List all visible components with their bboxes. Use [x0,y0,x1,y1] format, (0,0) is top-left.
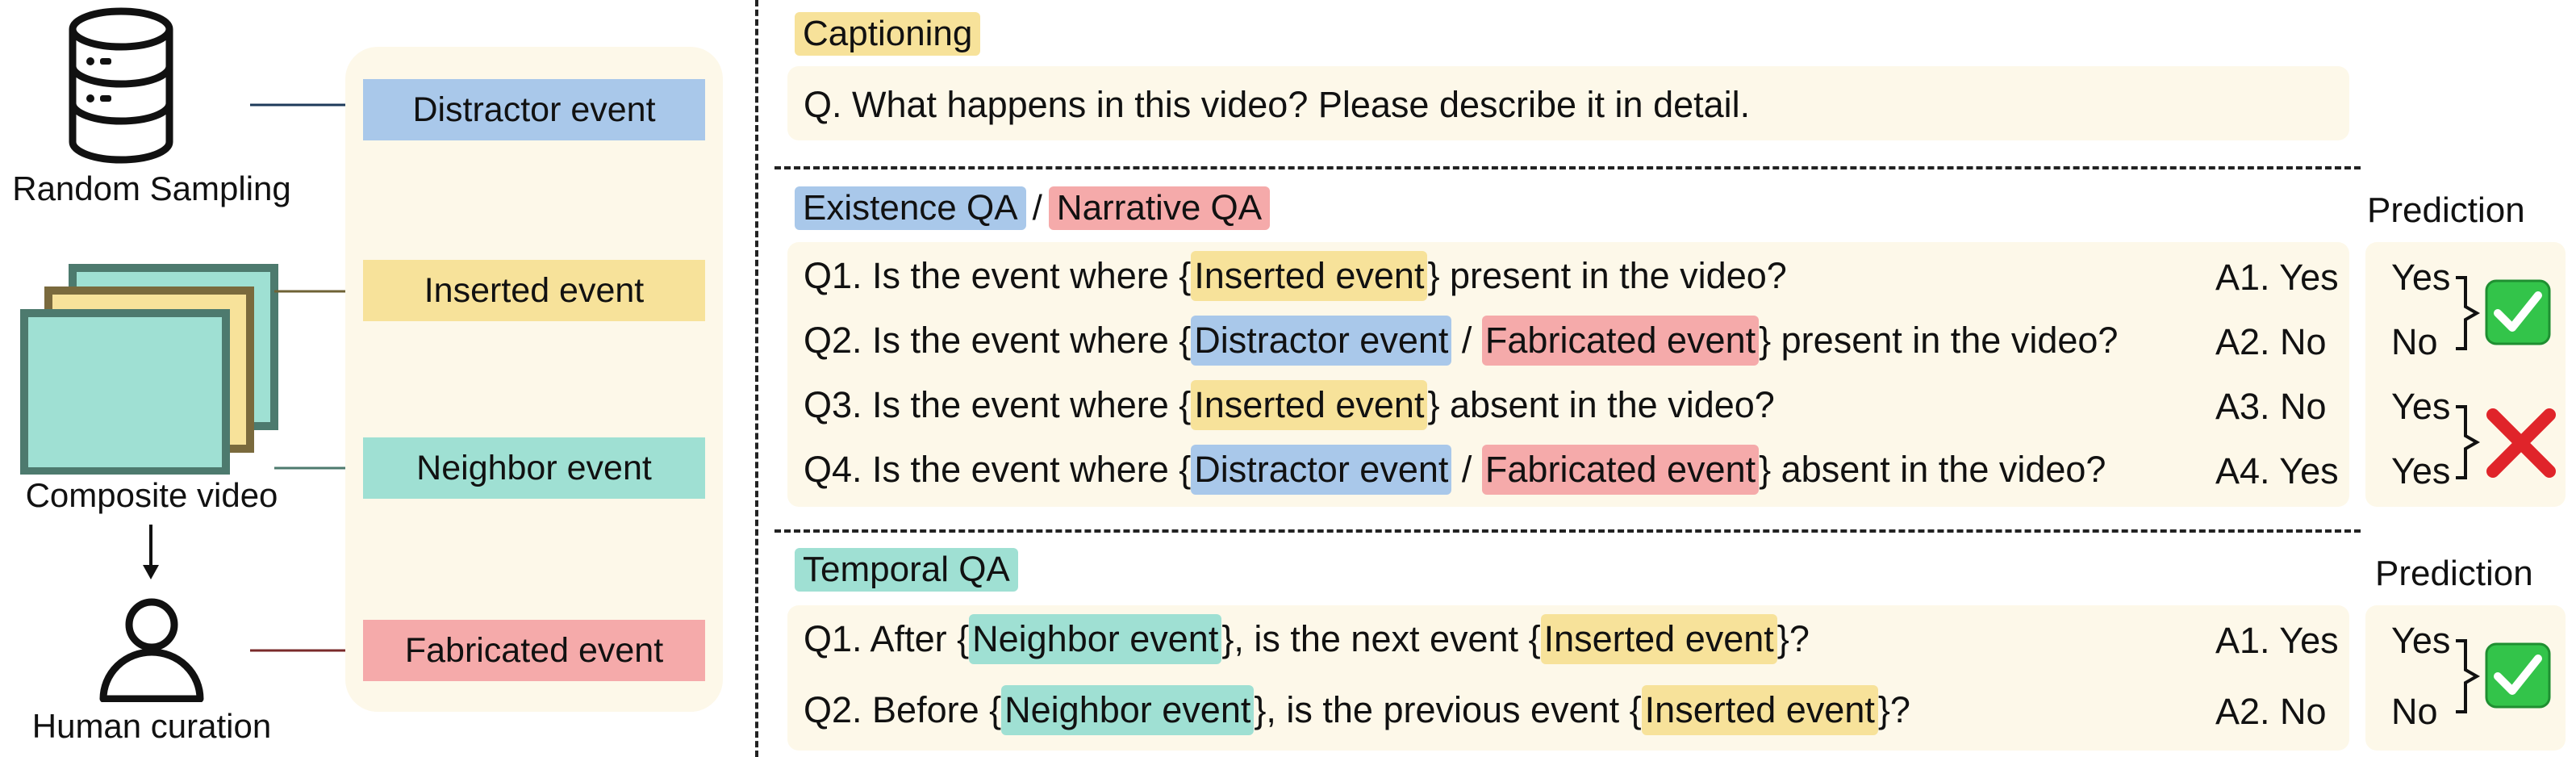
existence-q3: Q3. Is the event where {Inserted event} … [804,376,1775,434]
tq1-inserted-tag: Inserted event [1540,614,1777,664]
down-arrow [143,525,159,579]
existence-pred-3: Yes [2391,386,2451,427]
check-icon [2485,642,2551,709]
captioning-question: Q. What happens in this video? Please de… [804,84,1751,125]
q2-text-pre: Q2. Is the event where { [804,320,1192,361]
q2-sep: / [1451,320,1482,361]
brace-icon [2456,276,2481,350]
database-icon [69,7,173,164]
q4-fabricated-tag: Fabricated event [1481,445,1760,495]
temporal-q2: Q2. Before {Neighbor event}, is the prev… [804,681,1910,739]
q3-text-pre: Q3. Is the event where { [804,384,1192,425]
q3-text-post: } absent in the video? [1427,384,1775,425]
neighbor-event-box: Neighbor event [363,437,705,499]
temporal-pred-1: Yes [2391,620,2451,661]
divider-1 [774,166,2361,169]
tq2-neighbor-tag: Neighbor event [1001,685,1255,735]
vertical-divider [755,0,758,757]
temporal-title-text: Temporal QA [795,548,1018,592]
q2-fabricated-tag: Fabricated event [1481,316,1760,366]
temporal-pred-2: No [2391,691,2438,732]
q4-distractor-tag: Distractor event [1191,445,1452,495]
captioning-title-text: Captioning [795,12,981,56]
q2-text-post: } present in the video? [1759,320,2119,361]
existence-a3: A3. No [2215,386,2327,427]
person-icon [99,598,204,702]
temporal-a2: A2. No [2215,691,2327,732]
existence-a2: A2. No [2215,321,2327,362]
existence-q2: Q2. Is the event where {Distractor event… [804,312,2118,370]
temporal-q1: Q1. After {Neighbor event}, is the next … [804,610,1810,668]
human-curation-label: Human curation [31,707,272,745]
inserted-event-box: Inserted event [363,260,705,321]
temporal-a1: A1. Yes [2215,620,2339,661]
tq2-inserted-tag: Inserted event [1641,685,1878,735]
existence-pred-4: Yes [2391,450,2451,491]
existence-narrative-title: Existence QA / Narrative QA [795,184,1271,232]
q1-text-pre: Q1. Is the event where { [804,255,1192,296]
captioning-title: Captioning [795,11,981,56]
divider-2 [774,529,2361,533]
tq1-text-mid: }, is the next event { [1221,618,1541,659]
existence-pred-2: No [2391,321,2438,362]
tq1-text-pre: Q1. After { [804,618,970,659]
check-icon [2485,279,2551,345]
prediction-title-2: Prediction [2375,554,2533,593]
q4-text-post: } absent in the video? [1759,449,2106,490]
composite-video-icon [20,264,278,475]
cross-icon [2486,408,2556,478]
existence-a4: A4. Yes [2215,450,2339,491]
temporal-title: Temporal QA [795,546,1018,594]
existence-q4: Q4. Is the event where {Distractor event… [804,441,2106,499]
q4-text-pre: Q4. Is the event where { [804,449,1192,490]
q3-inserted-tag: Inserted event [1191,380,1428,430]
fabricated-event-box: Fabricated event [363,620,705,681]
q1-text-post: } present in the video? [1427,255,1787,296]
title-slash: / [1032,188,1042,228]
tq1-text-post: }? [1776,618,1810,659]
event-panel [345,47,723,712]
tq1-neighbor-tag: Neighbor event [969,614,1222,664]
existence-q1: Q1. Is the event where {Inserted event} … [804,247,1787,305]
tq2-text-pre: Q2. Before { [804,689,1002,730]
q4-sep: / [1451,449,1482,490]
q1-inserted-tag: Inserted event [1191,251,1428,301]
tq2-text-mid: }, is the previous event { [1254,689,1642,730]
brace-icon [2456,405,2481,479]
existence-qa-title: Existence QA [795,186,1026,230]
brace-icon [2456,639,2481,713]
prediction-title-1: Prediction [2367,190,2525,230]
narrative-qa-title: Narrative QA [1048,186,1271,230]
existence-a1: A1. Yes [2215,257,2339,298]
distractor-event-box: Distractor event [363,79,705,140]
q2-distractor-tag: Distractor event [1191,316,1452,366]
existence-pred-1: Yes [2391,257,2451,298]
tq2-text-post: }? [1877,689,1910,730]
